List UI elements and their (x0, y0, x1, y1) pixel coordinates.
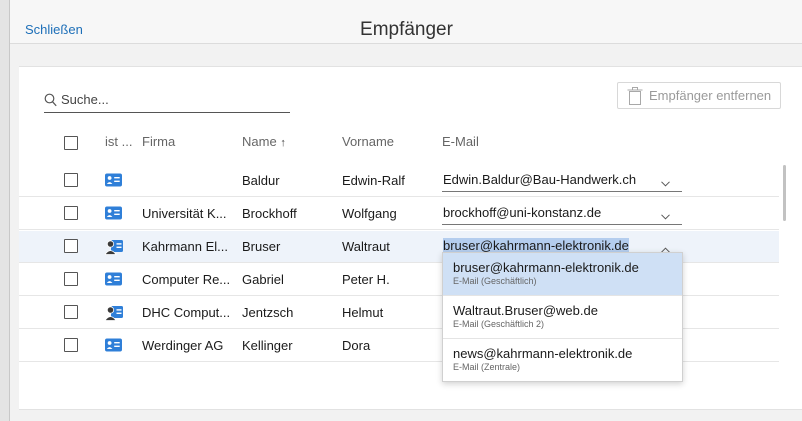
row-checkbox[interactable] (64, 173, 78, 187)
cell-vorname: Peter H. (342, 272, 390, 287)
cell-name: Gabriel (242, 272, 284, 287)
remove-recipient-button[interactable]: Empfänger entfernen (617, 82, 781, 109)
scrollbar-thumb[interactable] (783, 165, 786, 221)
cell-name: Jentzsch (242, 305, 294, 320)
cell-vorname: Helmut (342, 305, 384, 320)
email-option-type: E-Mail (Geschäftlich 2) (453, 319, 545, 329)
cell-name: Brockhoff (242, 206, 297, 221)
email-dropdown-list: bruser@kahrmann-elektronik.de E-Mail (Ge… (442, 252, 683, 382)
cell-name: Baldur (242, 173, 280, 188)
contact-card-icon (105, 272, 122, 289)
cell-vorname: Waltraut (342, 239, 390, 254)
search-box[interactable] (44, 89, 290, 113)
cell-firma: DHC Comput... (142, 305, 231, 320)
dialog-header: Schließen Empfänger (10, 0, 802, 44)
chevron-down-icon (661, 208, 670, 223)
row-checkbox[interactable] (64, 338, 78, 352)
table-row[interactable]: Baldur Edwin-Ralf Edwin.Baldur@Bau-Handwer… (19, 165, 779, 197)
recipients-panel: Empfänger entfernen ist ... Firma Name ↑… (19, 66, 802, 410)
email-select-value: brockhoff@uni-konstanz.de (443, 205, 602, 220)
contact-person-icon (104, 305, 123, 324)
column-header-name[interactable]: Name ↑ (242, 134, 286, 149)
contact-card-icon (105, 206, 122, 223)
email-option-address: news@kahrmann-elektronik.de (453, 346, 633, 361)
email-select[interactable]: brockhoff@uni-konstanz.de (442, 204, 682, 225)
contact-card-icon (105, 338, 122, 355)
row-checkbox[interactable] (64, 206, 78, 220)
column-header-firma[interactable]: Firma (142, 134, 175, 149)
column-header-vorname[interactable]: Vorname (342, 134, 394, 149)
cell-name: Kellinger (242, 338, 293, 353)
column-header-name-label: Name (242, 134, 277, 149)
email-option-address: Waltraut.Bruser@web.de (453, 303, 598, 318)
cell-vorname: Wolfgang (342, 206, 397, 221)
select-all-checkbox[interactable] (64, 136, 78, 150)
sort-ascending-icon: ↑ (280, 137, 286, 149)
search-icon (44, 93, 57, 107)
contact-card-icon (105, 173, 122, 190)
cell-firma: Computer Re... (142, 272, 231, 287)
email-option[interactable]: bruser@kahrmann-elektronik.de E-Mail (Ge… (443, 253, 682, 296)
recipients-dialog: Schließen Empfänger Empfänger entfernen … (9, 0, 802, 421)
cell-name: Bruser (242, 239, 281, 254)
email-option-address: bruser@kahrmann-elektronik.de (453, 260, 639, 275)
trash-icon (627, 87, 643, 105)
column-header-type[interactable]: ist ... (105, 134, 132, 149)
search-input[interactable] (61, 92, 281, 107)
chevron-down-icon (661, 175, 670, 190)
cell-firma: Universität K... (142, 206, 227, 221)
email-select-value: Edwin.Baldur@Bau-Handwerk.ch (443, 172, 637, 187)
cell-vorname: Dora (342, 338, 371, 353)
row-checkbox[interactable] (64, 305, 78, 319)
table-row[interactable]: Universität K... Brockhoff Wolfgang brockho… (19, 198, 779, 230)
row-checkbox[interactable] (64, 272, 78, 286)
cell-vorname: Edwin-Ralf (342, 173, 405, 188)
email-select-value: bruser@kahrmann-elektronik.de (443, 238, 629, 253)
email-select[interactable]: Edwin.Baldur@Bau-Handwerk.ch (442, 171, 682, 192)
cell-firma: Kahrmann El... (142, 239, 228, 254)
remove-recipient-label: Empfänger entfernen (649, 88, 772, 103)
cell-firma: Werdinger AG (142, 338, 224, 353)
table-header: ist ... Firma Name ↑ Vorname E-Mail (19, 125, 802, 165)
email-option-type: E-Mail (Zentrale) (453, 362, 521, 372)
email-option[interactable]: Waltraut.Bruser@web.de E-Mail (Geschäftl… (443, 296, 682, 339)
contact-person-icon (104, 239, 123, 258)
row-checkbox[interactable] (64, 239, 78, 253)
email-option[interactable]: news@kahrmann-elektronik.de E-Mail (Zent… (443, 339, 682, 382)
column-header-email[interactable]: E-Mail (442, 134, 479, 149)
email-option-type: E-Mail (Geschäftlich) (453, 276, 537, 286)
dialog-title: Empfänger (360, 19, 453, 40)
